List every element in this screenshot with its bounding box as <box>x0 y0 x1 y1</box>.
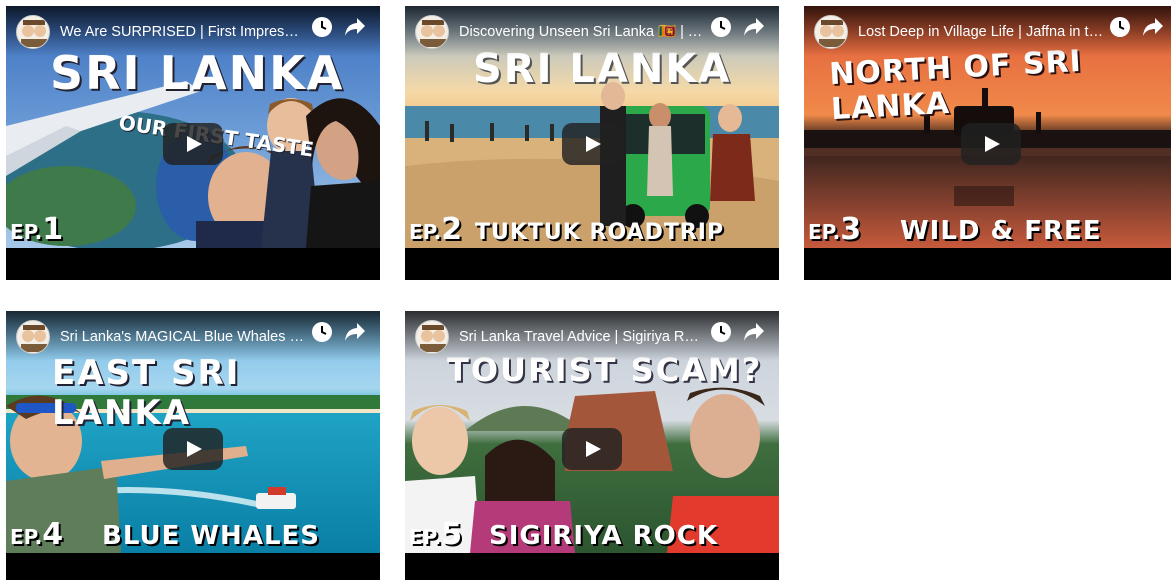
share-arrow-icon[interactable] <box>743 17 765 37</box>
play-icon[interactable] <box>961 123 1021 165</box>
episode-label: EP.1 <box>10 212 63 247</box>
clock-icon[interactable] <box>710 321 732 343</box>
thumbnail-headline: EAST SRI LANKA <box>52 353 241 433</box>
video-title[interactable]: Discovering Unseen Sri Lanka 🇱🇰 | Tuktuk… <box>459 23 705 41</box>
episode-label: EP.3 <box>808 212 861 247</box>
channel-avatar[interactable] <box>16 15 50 49</box>
thumbnail-tag: SIGIRIYA ROCK <box>489 521 718 551</box>
channel-avatar[interactable] <box>415 15 449 49</box>
episode-label: EP.2 <box>409 212 462 247</box>
thumbnail-tag: WILD & FREE <box>900 216 1102 246</box>
thumbnail-tag: TUKTUK ROADTRIP <box>475 220 725 245</box>
clock-icon[interactable] <box>710 16 732 38</box>
share-arrow-icon[interactable] <box>1142 17 1164 37</box>
share-arrow-icon[interactable] <box>743 322 765 342</box>
thumbnail-tag: BLUE WHALES <box>102 521 320 551</box>
episode-label: EP.5 <box>409 517 462 552</box>
episode-prefix: EP. <box>808 220 841 244</box>
share-arrow-icon[interactable] <box>344 322 366 342</box>
video-grid: SRI LANKA OUR FIRST TASTE EP.1 We Are SU… <box>0 0 1171 580</box>
video-title[interactable]: Sri Lanka Travel Advice | Sigiriya Rock … <box>459 328 705 346</box>
play-icon[interactable] <box>163 123 223 165</box>
video-embed-4[interactable]: EAST SRI LANKA EP.4 BLUE WHALES Sri Lank… <box>6 311 380 580</box>
channel-avatar[interactable] <box>16 320 50 354</box>
play-icon[interactable] <box>562 428 622 470</box>
video-embed-5[interactable]: TOURIST SCAM? EP.5 SIGIRIYA ROCK Sri Lan… <box>405 311 779 580</box>
video-embed-3[interactable]: NORTH OF SRI LANKA EP.3 WILD & FREE Lost… <box>804 6 1171 280</box>
episode-number: 3 <box>840 212 862 247</box>
clock-icon[interactable] <box>311 16 333 38</box>
episode-prefix: EP. <box>409 220 442 244</box>
clock-icon[interactable] <box>311 321 333 343</box>
channel-avatar[interactable] <box>814 15 848 49</box>
episode-number: 5 <box>441 517 463 552</box>
episode-prefix: EP. <box>10 525 43 549</box>
play-icon[interactable] <box>163 428 223 470</box>
episode-label: EP.4 <box>10 517 63 552</box>
share-arrow-icon[interactable] <box>344 17 366 37</box>
episode-number: 4 <box>42 517 64 552</box>
video-title[interactable]: Lost Deep in Village Life | Jaffna in th… <box>858 23 1104 41</box>
clock-icon[interactable] <box>1109 16 1131 38</box>
video-title[interactable]: We Are SURPRISED | First Impressions of … <box>60 23 306 41</box>
episode-prefix: EP. <box>409 525 442 549</box>
play-icon[interactable] <box>562 123 622 165</box>
video-embed-1[interactable]: SRI LANKA OUR FIRST TASTE EP.1 We Are SU… <box>6 6 380 280</box>
episode-prefix: EP. <box>10 220 43 244</box>
video-embed-2[interactable]: SRI LANKA EP.2 TUKTUK ROADTRIP Discoveri… <box>405 6 779 280</box>
episode-number: 1 <box>42 212 64 247</box>
video-title[interactable]: Sri Lanka's MAGICAL Blue Whales | East S… <box>60 328 306 346</box>
channel-avatar[interactable] <box>415 320 449 354</box>
episode-number: 2 <box>441 212 463 247</box>
